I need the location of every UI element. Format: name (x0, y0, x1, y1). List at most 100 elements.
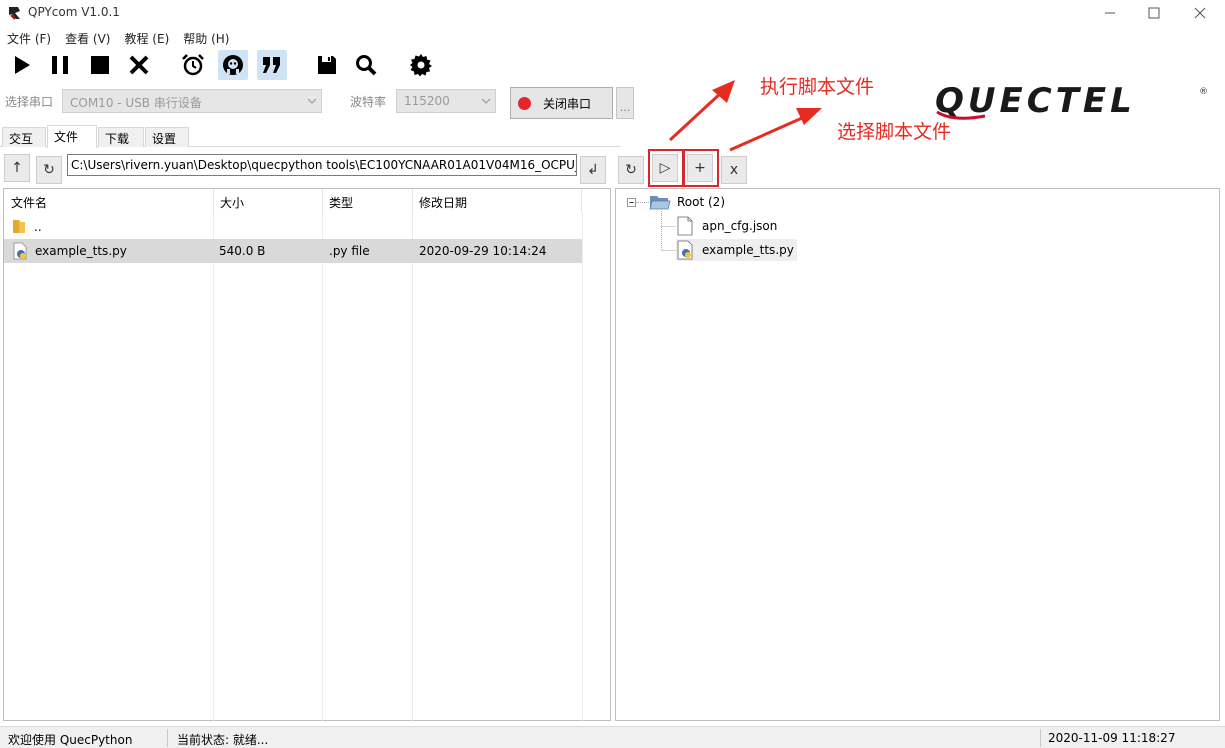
add-highlight-box (683, 149, 719, 187)
file-date: 2020-09-29 10:14:24 (419, 244, 547, 258)
status-bar: 欢迎使用 QuecPython 当前状态: 就绪... 2020-11-09 1… (0, 726, 1225, 748)
svg-text:QUECTEL: QUECTEL (935, 82, 1136, 121)
serial-settings-row: 选择串口 COM10 - USB 串行设备 波特率 115200 关闭串口 ..… (0, 86, 640, 119)
tree-item[interactable]: apn_cfg.json (676, 215, 777, 237)
play-icon (15, 56, 30, 74)
refresh-local-button[interactable]: ↻ (36, 156, 62, 184)
go-path-button[interactable]: ↲ (580, 156, 606, 184)
column-header-type[interactable]: 类型 (322, 189, 413, 213)
baud-label: 波特率 (350, 95, 387, 109)
gear-icon (410, 54, 432, 77)
port-select[interactable]: COM10 - USB 串行设备 (62, 89, 322, 113)
timer-button[interactable] (178, 50, 208, 80)
path-toolbar: ↑ ↻ C:\Users\rivern.yuan\Desktop\quecpyt… (0, 150, 612, 186)
tree-item-label: example_tts.py (702, 243, 794, 257)
search-icon (356, 55, 377, 76)
root-label: Root (2) (677, 195, 725, 209)
title-bar: QPYcom V1.0.1 (0, 0, 1225, 26)
port-value: COM10 - USB 串行设备 (70, 96, 202, 110)
stop-icon (91, 56, 109, 74)
settings-button[interactable] (406, 50, 436, 80)
status-dot-icon (518, 96, 531, 110)
status-welcome: 欢迎使用 QuecPython (8, 733, 133, 747)
file-name: .. (34, 220, 42, 234)
annotation-select-script: 选择脚本文件 (837, 121, 952, 143)
tree-root[interactable]: Root (2) (649, 193, 725, 211)
file-icon (677, 216, 693, 236)
annotation-run-script: 执行脚本文件 (760, 76, 875, 98)
column-divider (213, 213, 214, 721)
refresh-device-button[interactable]: ↻ (618, 156, 644, 184)
tab-download[interactable]: 下载 (98, 127, 144, 147)
app-logo-icon (9, 7, 20, 20)
close-port-button[interactable]: 关闭串口 (510, 87, 613, 119)
device-file-tree: Root (2) apn_cfg.json example_tts.py (615, 188, 1220, 721)
window-title: QPYcom V1.0.1 (28, 5, 120, 19)
chevron-down-icon (481, 98, 491, 104)
more-options-button[interactable]: ... (616, 87, 634, 119)
run-button[interactable] (7, 50, 37, 80)
port-label: 选择串口 (5, 95, 54, 109)
minimize-icon (1105, 12, 1115, 14)
tree-item[interactable]: example_tts.py (676, 239, 797, 261)
status-datetime: 2020-11-09 11:18:27 (1048, 731, 1176, 745)
up-directory-button[interactable]: ↑ (4, 154, 30, 182)
menu-bar: 文件 (F) 查看 (V) 教程 (E) 帮助 (H) (0, 27, 1225, 47)
python-file-icon (677, 240, 693, 260)
status-divider (1040, 729, 1041, 747)
column-header-date[interactable]: 修改日期 (412, 189, 582, 213)
find-button[interactable] (351, 50, 381, 80)
column-divider (412, 213, 413, 721)
close-port-label: 关闭串口 (543, 96, 592, 111)
status-divider (167, 729, 168, 747)
minimize-button[interactable] (1087, 0, 1133, 26)
menu-tutorial[interactable]: 教程 (E) (117, 27, 176, 47)
file-type: .py file (329, 244, 370, 258)
run-highlight-box (648, 149, 684, 187)
column-header-name[interactable]: 文件名 (4, 189, 214, 213)
pause-icon (52, 56, 68, 74)
menu-view[interactable]: 查看 (V) (58, 27, 117, 47)
status-state: 当前状态: 就绪... (177, 733, 269, 747)
quote-button[interactable] (257, 50, 287, 80)
device-button[interactable] (218, 50, 248, 80)
menu-file[interactable]: 文件 (F) (0, 27, 58, 47)
tab-interact[interactable]: 交互 (2, 127, 46, 147)
stop-button[interactable] (85, 50, 115, 80)
column-divider (322, 213, 323, 721)
svg-text:®: ® (1199, 87, 1208, 97)
tree-item-label: apn_cfg.json (702, 219, 778, 233)
tab-settings[interactable]: 设置 (145, 127, 189, 147)
folder-icon (13, 220, 25, 233)
maximize-button[interactable] (1131, 0, 1177, 26)
open-folder-icon (649, 196, 671, 210)
quectel-logo: QUECTEL ® (935, 82, 1208, 121)
baud-select[interactable]: 115200 (396, 89, 496, 113)
close-icon (1194, 7, 1206, 19)
alarm-clock-icon (182, 54, 204, 76)
delete-script-button[interactable]: x (721, 156, 747, 184)
close-x-icon (129, 55, 149, 75)
chevron-down-icon (307, 98, 317, 104)
baud-value: 115200 (404, 94, 450, 108)
table-row[interactable]: example_tts.py 540.0 B .py file 2020-09-… (4, 239, 582, 263)
file-size: 540.0 B (219, 244, 266, 258)
column-divider (582, 213, 583, 721)
table-row[interactable]: .. (4, 215, 582, 239)
toolbar (0, 48, 460, 82)
menu-help[interactable]: 帮助 (H) (176, 27, 236, 47)
close-window-button[interactable] (1177, 0, 1223, 26)
python-file-icon (13, 242, 27, 260)
pause-button[interactable] (45, 50, 75, 80)
column-header-size[interactable]: 大小 (213, 189, 323, 213)
device-icon (223, 55, 243, 75)
clear-button[interactable] (124, 50, 154, 80)
path-input[interactable]: C:\Users\rivern.yuan\Desktop\quecpython … (67, 154, 577, 176)
maximize-icon (1148, 7, 1160, 19)
main-tabs: 交互 文件 下载 设置 (0, 125, 620, 148)
quote-icon (263, 57, 280, 73)
local-file-list: 文件名 大小 类型 修改日期 .. example_tts.py 540.0 B… (3, 188, 611, 721)
file-name: example_tts.py (35, 244, 127, 258)
save-button[interactable] (312, 50, 342, 80)
tab-files[interactable]: 文件 (47, 125, 97, 148)
